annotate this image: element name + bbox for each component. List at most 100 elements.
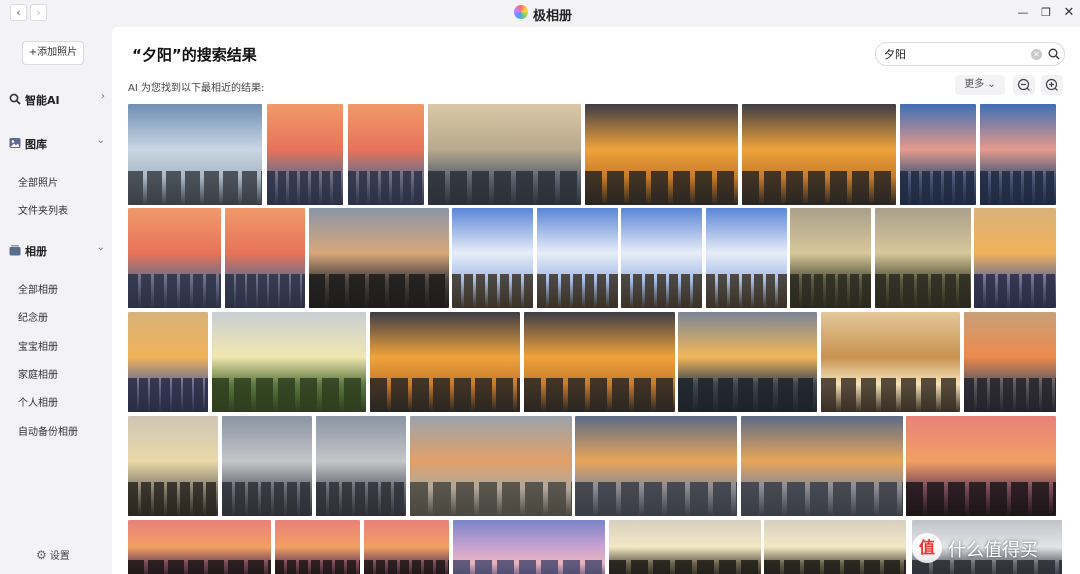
search-box[interactable]: ✕ — [875, 42, 1065, 66]
sidebar-item-family-album[interactable]: 家庭相册 — [18, 366, 58, 381]
more-dropdown[interactable]: 更多 ⌄ — [955, 75, 1005, 95]
photo-thumbnail[interactable] — [790, 208, 871, 308]
sidebar: +添加照片 智能AI › 图库 ⌄ 全部照片 文件夹列表 相册 ⌄ 全部相册 纪… — [0, 27, 112, 574]
minimize-button[interactable]: — — [1015, 5, 1031, 21]
photo-silhouette — [609, 559, 761, 574]
photo-silhouette — [678, 378, 817, 412]
album-icon — [9, 245, 21, 256]
close-button[interactable]: ✕ — [1061, 5, 1077, 21]
photo-silhouette — [621, 274, 702, 308]
settings-label: 设置 — [49, 551, 70, 562]
photo-thumbnail[interactable] — [128, 104, 262, 205]
sidebar-section-label: 图库 — [25, 138, 47, 151]
maximize-button[interactable]: ❐ — [1038, 5, 1054, 21]
photo-thumbnail[interactable] — [453, 520, 605, 574]
page-title: “夕阳”的搜索结果 — [132, 46, 257, 64]
photo-thumbnail[interactable] — [128, 520, 271, 574]
photo-silhouette — [900, 170, 976, 205]
photo-thumbnail[interactable] — [821, 312, 960, 412]
photo-silhouette — [348, 170, 424, 205]
photo-thumbnail[interactable] — [128, 416, 218, 516]
sidebar-section-gallery[interactable]: 图库 ⌄ — [9, 134, 109, 154]
photo-thumbnail[interactable] — [410, 416, 572, 516]
photo-thumbnail[interactable] — [225, 208, 305, 308]
photo-thumbnail[interactable] — [267, 104, 343, 205]
add-photo-button[interactable]: +添加照片 — [22, 41, 84, 65]
photo-silhouette — [128, 274, 221, 308]
sidebar-item-baby-album[interactable]: 宝宝相册 — [18, 338, 58, 353]
settings-button[interactable]: ⚙ 设置 — [36, 547, 70, 562]
photo-thumbnail[interactable] — [364, 520, 449, 574]
photo-thumbnail[interactable] — [764, 520, 906, 574]
photo-thumbnail[interactable] — [452, 208, 533, 308]
photo-thumbnail[interactable] — [585, 104, 738, 205]
chevron-down-icon: ⌄ — [96, 242, 105, 253]
photo-thumbnail[interactable] — [128, 208, 221, 308]
watermark: 值 什么值得买 — [908, 527, 1080, 567]
title-bar: ‹ › 极相册 — ❐ ✕ — [0, 0, 1080, 27]
photo-thumbnail[interactable] — [128, 312, 208, 412]
photo-thumbnail[interactable] — [900, 104, 976, 205]
sidebar-item-all-albums[interactable]: 全部相册 — [18, 281, 58, 296]
search-input[interactable] — [884, 46, 1024, 62]
app-logo-icon — [514, 5, 528, 19]
photo-thumbnail[interactable] — [875, 208, 971, 308]
sidebar-section-albums[interactable]: 相册 ⌄ — [9, 241, 109, 261]
search-icon[interactable] — [1048, 48, 1060, 60]
photo-silhouette — [875, 274, 971, 308]
photo-silhouette — [222, 482, 312, 516]
photo-thumbnail[interactable] — [575, 416, 737, 516]
magnifier-icon — [9, 93, 21, 105]
zoom-out-icon — [1017, 78, 1030, 91]
forward-button[interactable]: › — [30, 4, 47, 21]
photo-silhouette — [225, 274, 305, 308]
photo-thumbnail[interactable] — [275, 520, 360, 574]
photo-silhouette — [316, 482, 406, 516]
sidebar-item-all-photos[interactable]: 全部照片 — [18, 174, 58, 189]
zoom-in-button[interactable] — [1041, 75, 1063, 95]
photo-silhouette — [428, 170, 581, 205]
back-button[interactable]: ‹ — [10, 4, 27, 21]
photo-thumbnail[interactable] — [980, 104, 1056, 205]
photo-silhouette — [128, 482, 218, 516]
photo-thumbnail[interactable] — [706, 208, 787, 308]
photo-thumbnail[interactable] — [316, 416, 406, 516]
photo-thumbnail[interactable] — [212, 312, 366, 412]
photo-silhouette — [275, 559, 360, 574]
sidebar-section-smart-ai[interactable]: 智能AI › — [9, 90, 109, 110]
photo-thumbnail[interactable] — [974, 208, 1056, 308]
gear-icon: ⚙ — [36, 548, 47, 562]
photo-thumbnail[interactable] — [537, 208, 618, 308]
sidebar-item-memorial-album[interactable]: 纪念册 — [18, 309, 48, 324]
photo-silhouette — [790, 274, 871, 308]
photo-thumbnail[interactable] — [309, 208, 449, 308]
photo-silhouette — [309, 274, 449, 308]
app-title: 极相册 — [533, 9, 573, 24]
photo-thumbnail[interactable] — [742, 104, 896, 205]
photo-thumbnail[interactable] — [678, 312, 817, 412]
sidebar-item-auto-backup-album[interactable]: 自动备份相册 — [18, 423, 78, 438]
photo-silhouette — [410, 482, 572, 516]
photo-thumbnail[interactable] — [348, 104, 424, 205]
photo-silhouette — [964, 378, 1056, 412]
photo-silhouette — [575, 482, 737, 516]
clear-icon[interactable]: ✕ — [1031, 49, 1042, 60]
photo-thumbnail[interactable] — [741, 416, 903, 516]
photo-thumbnail[interactable] — [906, 416, 1056, 516]
main-panel: “夕阳”的搜索结果 ✕ AI 为您找到以下最相近的结果: 更多 ⌄ — [112, 27, 1080, 574]
photo-thumbnail[interactable] — [964, 312, 1056, 412]
watermark-logo: 值 — [912, 533, 942, 563]
sidebar-item-folder-list[interactable]: 文件夹列表 — [18, 202, 68, 217]
photo-thumbnail[interactable] — [222, 416, 312, 516]
photo-silhouette — [128, 170, 262, 205]
photo-silhouette — [267, 170, 343, 205]
photo-thumbnail[interactable] — [428, 104, 581, 205]
photo-thumbnail[interactable] — [524, 312, 675, 412]
photo-thumbnail[interactable] — [370, 312, 520, 412]
photo-silhouette — [524, 378, 675, 412]
gallery-icon — [9, 138, 21, 148]
zoom-out-button[interactable] — [1013, 75, 1035, 95]
photo-thumbnail[interactable] — [609, 520, 761, 574]
photo-thumbnail[interactable] — [621, 208, 702, 308]
sidebar-item-personal-album[interactable]: 个人相册 — [18, 394, 58, 409]
